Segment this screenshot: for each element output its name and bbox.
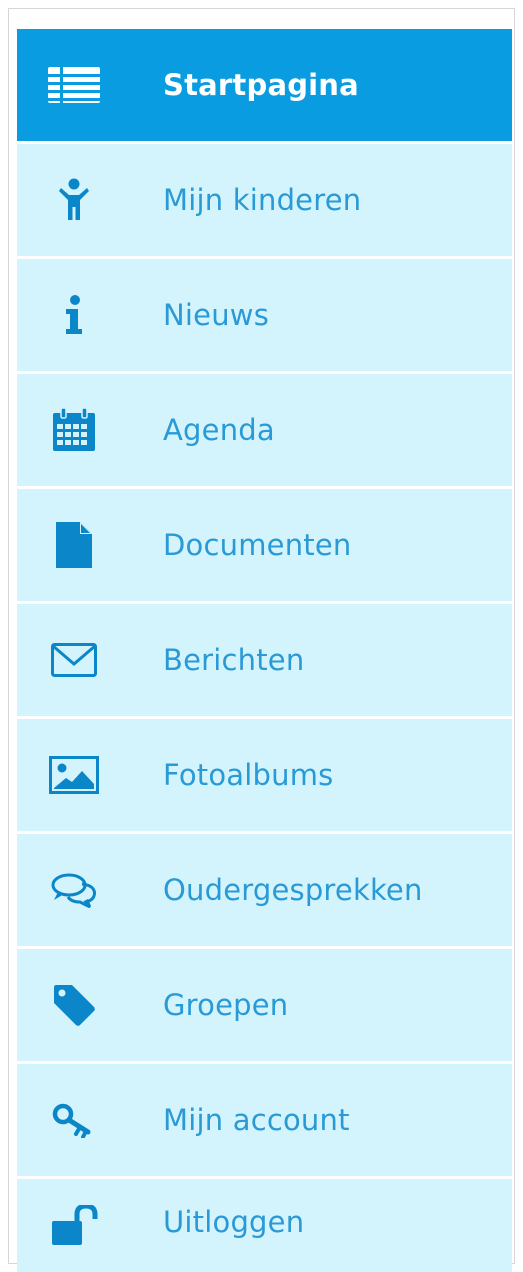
menu-label-mijn-kinderen: Mijn kinderen bbox=[163, 183, 362, 217]
menu-item-startpagina[interactable]: Startpagina bbox=[17, 29, 512, 141]
menu-item-mijn-account[interactable]: Mijn account bbox=[17, 1064, 512, 1176]
menu-label-oudergesprekken: Oudergesprekken bbox=[163, 873, 423, 907]
side-menu: Startpagina Mijn kinderen Nieuws Agenda … bbox=[17, 29, 512, 1272]
menu-label-fotoalbums: Fotoalbums bbox=[163, 758, 334, 792]
menu-label-berichten: Berichten bbox=[163, 643, 305, 677]
menu-label-mijn-account: Mijn account bbox=[163, 1103, 350, 1137]
menu-item-nieuws[interactable]: Nieuws bbox=[17, 259, 512, 371]
menu-label-startpagina: Startpagina bbox=[163, 68, 359, 102]
menu-label-nieuws: Nieuws bbox=[163, 298, 269, 332]
key-icon bbox=[19, 1102, 129, 1138]
menu-label-agenda: Agenda bbox=[163, 413, 275, 447]
envelope-icon bbox=[19, 642, 129, 678]
unlock-icon bbox=[19, 1205, 129, 1245]
tag-icon bbox=[19, 983, 129, 1027]
menu-item-uitloggen[interactable]: Uitloggen bbox=[17, 1179, 512, 1272]
photo-icon bbox=[19, 755, 129, 795]
list-icon bbox=[19, 65, 129, 105]
menu-item-documenten[interactable]: Documenten bbox=[17, 489, 512, 601]
menu-item-agenda[interactable]: Agenda bbox=[17, 374, 512, 486]
menu-label-uitloggen: Uitloggen bbox=[163, 1205, 305, 1239]
chat-icon bbox=[19, 872, 129, 908]
menu-item-oudergesprekken[interactable]: Oudergesprekken bbox=[17, 834, 512, 946]
info-icon bbox=[19, 295, 129, 335]
calendar-icon bbox=[19, 407, 129, 453]
menu-item-fotoalbums[interactable]: Fotoalbums bbox=[17, 719, 512, 831]
menu-label-groepen: Groepen bbox=[163, 988, 289, 1022]
menu-item-groepen[interactable]: Groepen bbox=[17, 949, 512, 1061]
child-icon bbox=[19, 178, 129, 222]
menu-item-mijn-kinderen[interactable]: Mijn kinderen bbox=[17, 144, 512, 256]
document-icon bbox=[19, 520, 129, 570]
menu-item-berichten[interactable]: Berichten bbox=[17, 604, 512, 716]
menu-label-documenten: Documenten bbox=[163, 528, 352, 562]
